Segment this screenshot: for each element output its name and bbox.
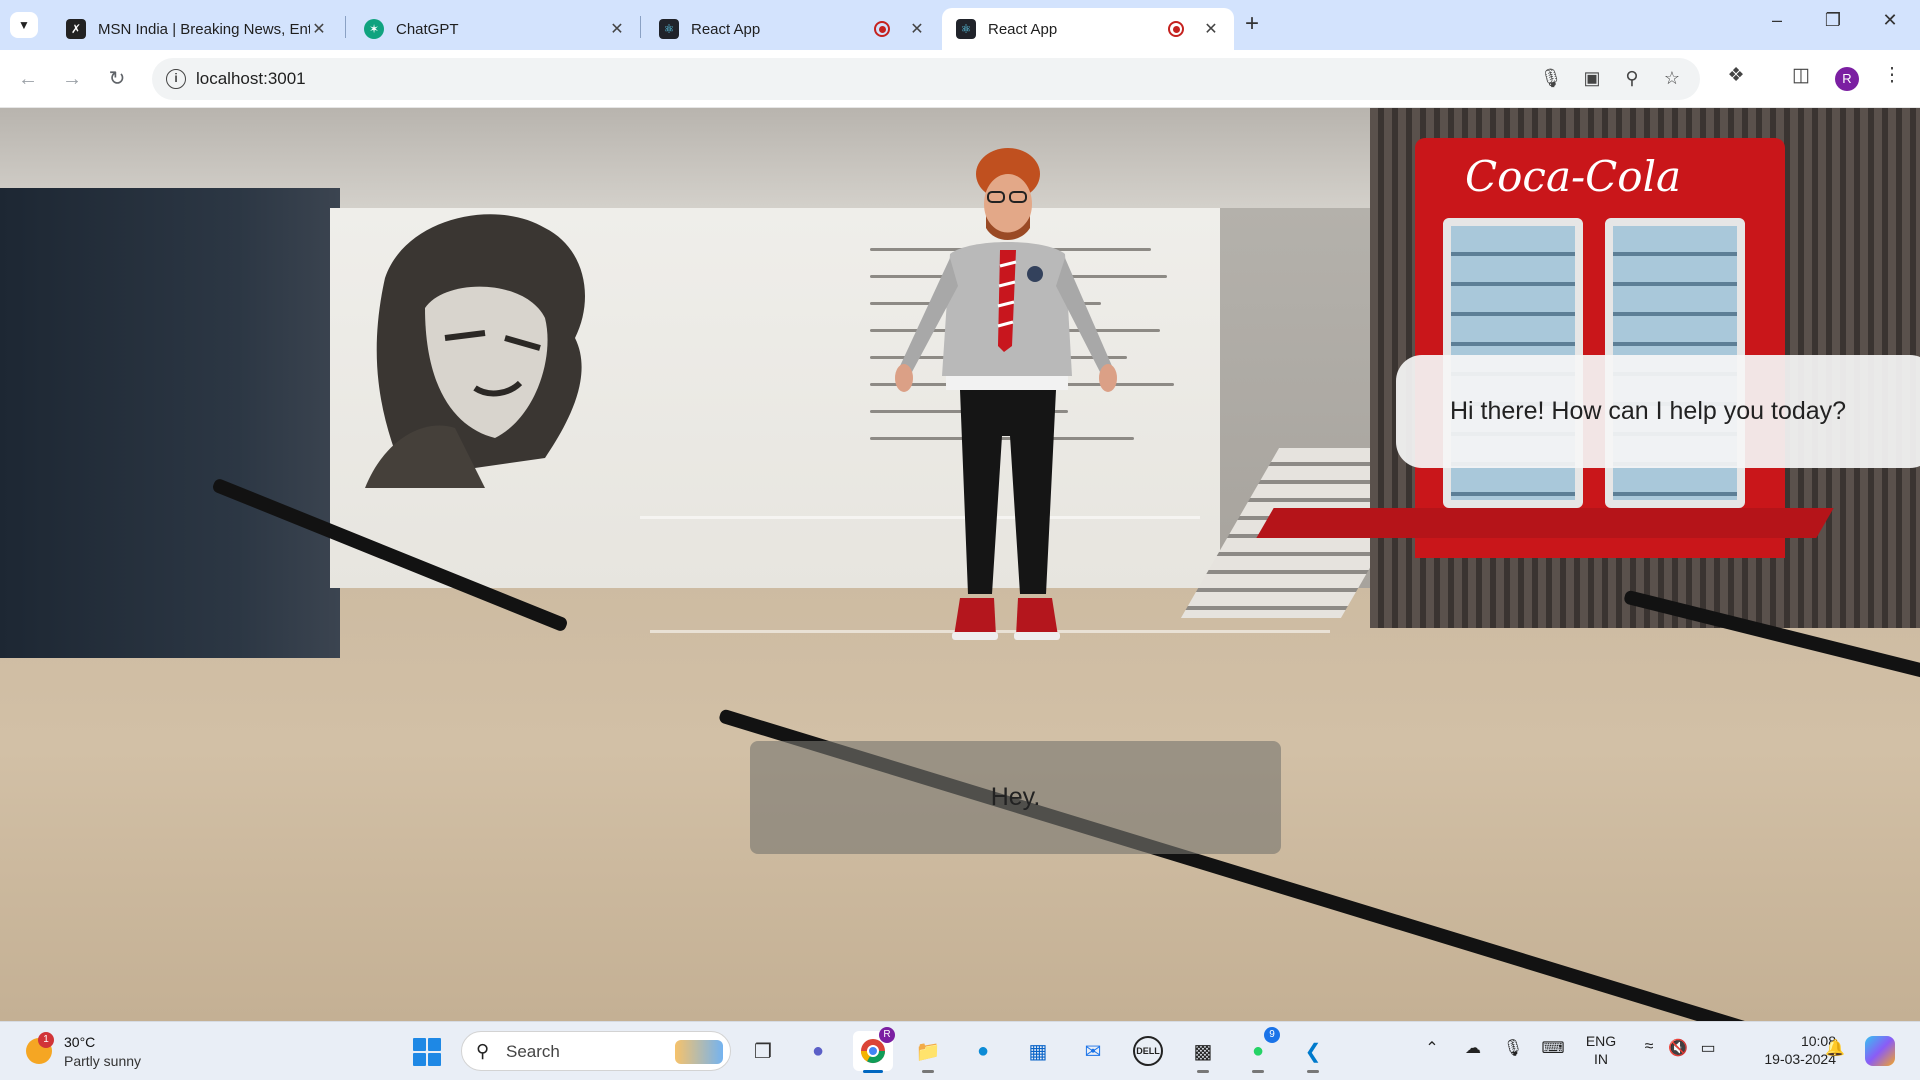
- tab-react-app-active[interactable]: ⚛ React App ✕: [942, 8, 1234, 50]
- close-icon[interactable]: ✕: [310, 19, 328, 39]
- search-placeholder: Search: [506, 1042, 560, 1061]
- close-icon[interactable]: ✕: [1202, 19, 1220, 39]
- weather-alert-badge: 1: [38, 1032, 54, 1048]
- url-text[interactable]: localhost:3001: [196, 69, 306, 89]
- windows-logo-tile: [428, 1038, 441, 1051]
- language-code: ENG: [1585, 1033, 1617, 1049]
- profile-avatar[interactable]: R: [1835, 67, 1859, 91]
- browser-toolbar: ← → ↻ i localhost:3001 🎙 ▣ ⚲ ☆ ❖ ◫ R ⋮: [0, 50, 1920, 108]
- tab-react-app-1[interactable]: ⚛ React App ✕: [645, 8, 940, 50]
- user-message-bubble: Hey.: [750, 741, 1281, 854]
- task-view-icon[interactable]: ❐: [743, 1031, 783, 1071]
- region-code: IN: [1594, 1051, 1608, 1067]
- microsoft-store-icon[interactable]: ▦: [1018, 1031, 1058, 1071]
- copilot-icon[interactable]: [1865, 1036, 1895, 1066]
- dell-logo: DELL: [1133, 1036, 1163, 1066]
- search-icon: ⚲: [476, 1041, 490, 1061]
- tab-separator: [640, 16, 641, 38]
- edge-icon[interactable]: ●: [963, 1031, 1003, 1071]
- dell-icon[interactable]: DELL: [1128, 1031, 1168, 1071]
- react-icon: ⚛: [659, 19, 679, 39]
- reload-button[interactable]: ↻: [102, 64, 132, 94]
- language-indicator[interactable]: ENG IN: [1583, 1032, 1619, 1068]
- keyboard-icon[interactable]: ⌨: [1540, 1038, 1566, 1058]
- running-indicator: [1252, 1070, 1264, 1073]
- taskbar-search[interactable]: ⚲ Search: [461, 1031, 731, 1071]
- chatgpt-icon: ✶: [364, 19, 384, 39]
- close-icon[interactable]: ✕: [608, 19, 626, 39]
- weather-temperature: 30°C: [64, 1034, 96, 1050]
- tab-title: React App: [691, 20, 761, 38]
- chrome-profile-badge: R: [879, 1027, 895, 1043]
- tab-chatgpt[interactable]: ✶ ChatGPT ✕: [350, 8, 640, 50]
- file-explorer-icon[interactable]: 📁: [908, 1031, 948, 1073]
- install-app-icon[interactable]: ▣: [1580, 68, 1604, 89]
- mail-icon[interactable]: ✉: [1073, 1031, 1113, 1071]
- fridge-brand-logo: Coca-Cola: [1465, 152, 1682, 201]
- fridge-base: [1256, 508, 1834, 538]
- search-highlight-icon: [675, 1040, 723, 1064]
- recording-icon: [1168, 21, 1184, 37]
- bookmark-star-icon[interactable]: ☆: [1660, 68, 1684, 89]
- recording-icon: [874, 21, 890, 37]
- left-wall: [0, 188, 340, 658]
- running-indicator: [1307, 1070, 1319, 1073]
- weather-condition: Partly sunny: [64, 1053, 142, 1069]
- assistant-message-bubble: Hi there! How can I help you today?: [1396, 355, 1920, 468]
- whatsapp-unread-badge: 9: [1264, 1027, 1280, 1043]
- close-icon[interactable]: ✕: [908, 19, 926, 39]
- restore-button[interactable]: ❐: [1818, 10, 1848, 31]
- tab-separator: [345, 16, 346, 38]
- weather-widget[interactable]: 1 30°C Partly sunny: [22, 1032, 182, 1072]
- notification-bell-icon[interactable]: 🔔: [1822, 1038, 1848, 1058]
- tab-search-button[interactable]: ▼: [10, 12, 38, 38]
- browser-tab-strip: ▼ ✗ MSN India | Breaking News, Ent ✕ ✶ C…: [0, 0, 1920, 50]
- microphone-tray-icon[interactable]: 🎙: [1500, 1038, 1526, 1058]
- address-bar[interactable]: i localhost:3001 🎙 ▣ ⚲ ☆: [152, 58, 1700, 100]
- running-indicator: [1197, 1070, 1209, 1073]
- site-info-icon[interactable]: i: [166, 69, 186, 89]
- 3d-avatar-character[interactable]: [860, 146, 1140, 686]
- vending-fridge: Coca-Cola: [1256, 138, 1834, 558]
- side-panel-icon[interactable]: ◫: [1787, 64, 1815, 87]
- running-indicator: [922, 1070, 934, 1073]
- extensions-icon[interactable]: ❖: [1722, 64, 1750, 87]
- battery-icon[interactable]: ▭: [1695, 1038, 1721, 1058]
- forward-button[interactable]: →: [57, 64, 87, 94]
- tab-title: React App: [988, 20, 1058, 38]
- windows-logo-tile: [413, 1053, 426, 1066]
- windows-logo-tile: [413, 1038, 426, 1051]
- 3d-scene-canvas[interactable]: Coca-Cola Hi there! How can I help you t…: [0, 108, 1920, 1021]
- chevron-up-icon[interactable]: ⌃: [1419, 1038, 1445, 1058]
- tab-title: ChatGPT: [396, 20, 459, 38]
- windows-logo-tile: [428, 1053, 441, 1066]
- new-tab-button[interactable]: +: [1245, 10, 1259, 38]
- speaker-muted-icon[interactable]: 🔇: [1665, 1038, 1691, 1058]
- chrome-icon[interactable]: R: [853, 1027, 895, 1073]
- minimize-button[interactable]: –: [1762, 10, 1792, 31]
- mural-portrait: [365, 214, 585, 488]
- running-indicator: [863, 1070, 883, 1073]
- microphone-icon[interactable]: 🎙: [1539, 68, 1563, 89]
- teams-meet-icon[interactable]: ●: [798, 1031, 838, 1071]
- tab-title: MSN India | Breaking News, Ent: [98, 20, 310, 38]
- tab-msn[interactable]: ✗ MSN India | Breaking News, Ent ✕: [52, 8, 342, 50]
- start-button[interactable]: [413, 1038, 441, 1066]
- zoom-icon[interactable]: ⚲: [1620, 68, 1644, 89]
- menu-kebab-icon[interactable]: ⋮: [1878, 64, 1906, 87]
- vscode-icon[interactable]: ❮: [1293, 1031, 1333, 1073]
- back-button[interactable]: ←: [13, 64, 43, 94]
- chevron-down-icon: ▼: [18, 18, 30, 32]
- windows-taskbar: 1 30°C Partly sunny ⚲ Search ❐ ● R 📁 ● ▦…: [0, 1021, 1920, 1080]
- close-window-button[interactable]: ✕: [1875, 10, 1905, 31]
- terminal-icon[interactable]: ▩: [1183, 1031, 1223, 1073]
- msn-icon: ✗: [66, 19, 86, 39]
- react-icon: ⚛: [956, 19, 976, 39]
- onedrive-icon[interactable]: ☁: [1460, 1038, 1486, 1058]
- wifi-icon[interactable]: ≈: [1636, 1038, 1662, 1056]
- whatsapp-icon[interactable]: ● 9: [1238, 1027, 1280, 1073]
